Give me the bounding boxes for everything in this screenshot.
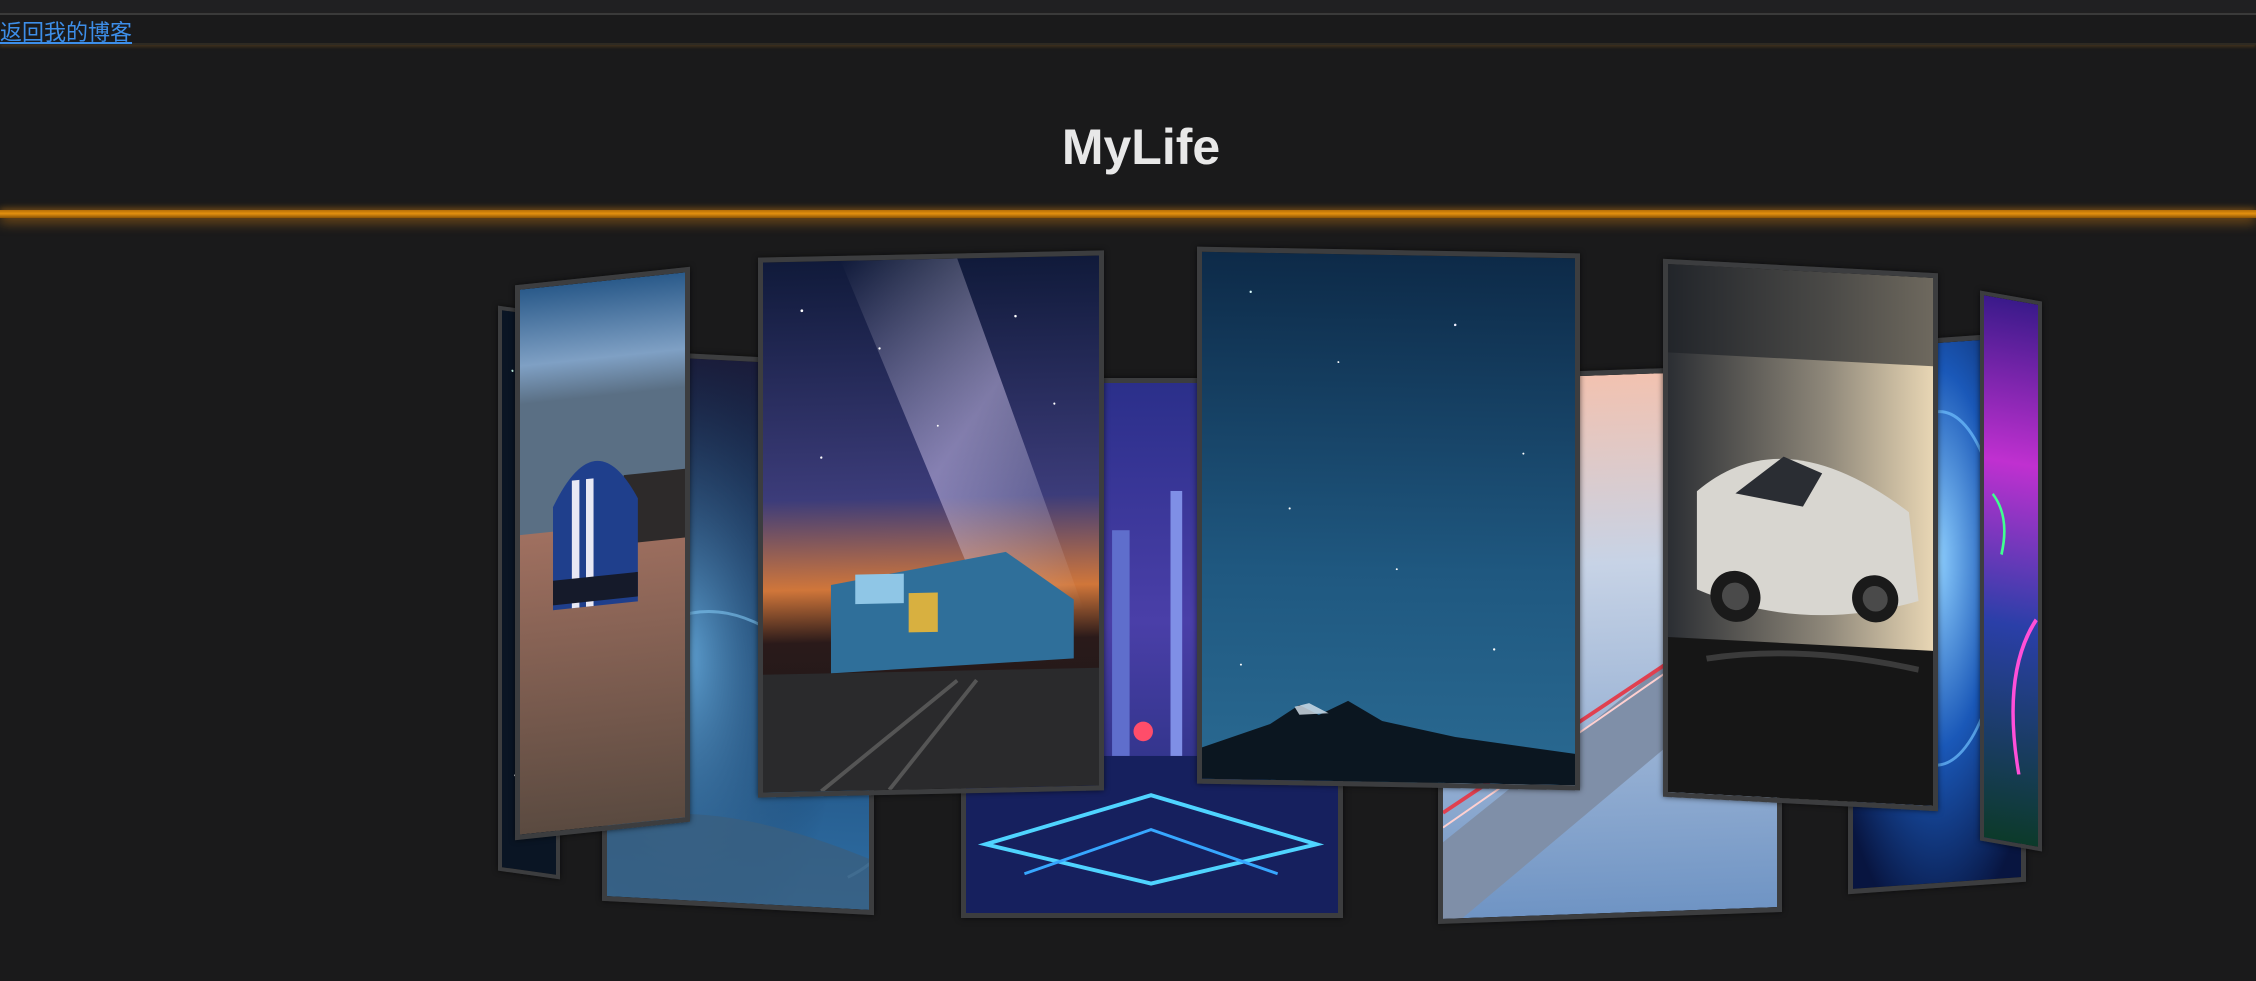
photo-night-sky-mountain[interactable] [1197,246,1580,791]
photo-neon-purple-abstract[interactable] [1980,290,2042,852]
photo-carousel[interactable] [0,0,2256,981]
photo-blue-mustang-car[interactable] [515,266,690,841]
photo-white-supercar[interactable] [1663,258,1938,812]
photo-milky-way-train[interactable] [758,250,1104,798]
